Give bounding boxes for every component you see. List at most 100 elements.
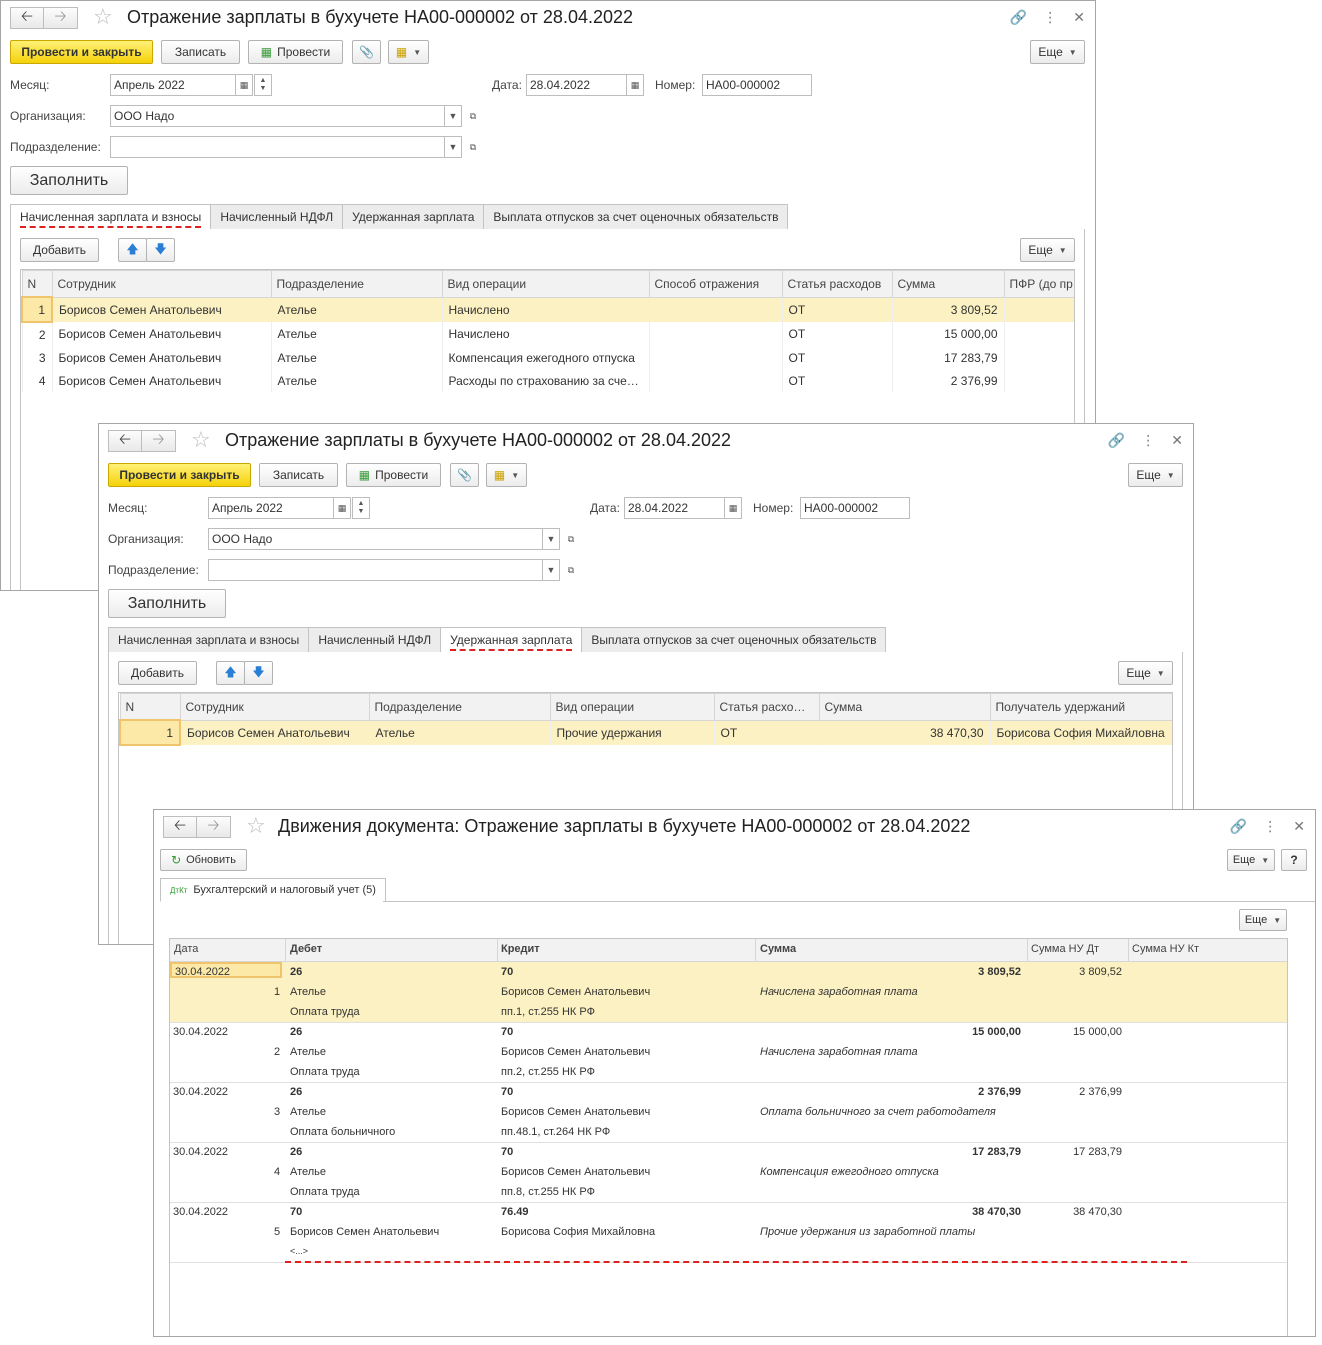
- add-button[interactable]: Добавить: [20, 238, 99, 262]
- forward-arrow-icon[interactable]: 🡢: [44, 7, 78, 29]
- tab-vacation-payments[interactable]: Выплата отпусков за счет оценочных обяза…: [581, 627, 887, 653]
- col-n[interactable]: N: [119, 693, 181, 721]
- month-field[interactable]: Апрель 2022: [208, 497, 334, 519]
- post-and-close-button[interactable]: Провести и закрыть: [10, 40, 153, 64]
- post-button[interactable]: ▦ Провести: [248, 40, 343, 64]
- tab-accrued-ndfl[interactable]: Начисленный НДФЛ: [210, 204, 344, 230]
- month-stepper[interactable]: ▲ ▼: [352, 497, 370, 519]
- tab-accounting-tax[interactable]: ДтКт Бухгалтерский и налоговый учет (5): [160, 878, 386, 902]
- tab-withheld-salary[interactable]: Удержанная зарплата: [342, 204, 485, 230]
- table-row[interactable]: 30.04.2022 2 26 Ателье Оплата труда 70 Б…: [170, 1022, 1287, 1083]
- col-pfr[interactable]: ПФР (до пр: [1003, 270, 1074, 298]
- more-button[interactable]: Еще ▼: [1030, 40, 1085, 64]
- favorite-star-icon[interactable]: ☆: [93, 5, 113, 29]
- month-field[interactable]: Апрель 2022: [110, 74, 236, 96]
- link-icon[interactable]: 🔗: [1108, 432, 1125, 449]
- date-field[interactable]: 28.04.2022: [526, 74, 627, 96]
- col-nu-kt[interactable]: Сумма НУ Кт: [1132, 943, 1199, 955]
- chevron-down-icon[interactable]: ▼: [444, 136, 462, 158]
- col-sum[interactable]: Сумма: [891, 270, 1005, 298]
- col-department[interactable]: Подразделение: [270, 270, 443, 298]
- col-debit[interactable]: Дебет: [290, 943, 322, 955]
- table-more-button[interactable]: Еще ▼: [1118, 661, 1173, 685]
- col-operation[interactable]: Вид операции: [549, 693, 715, 721]
- col-sum[interactable]: Сумма: [760, 943, 796, 955]
- kebab-menu-icon[interactable]: ⋮: [1043, 9, 1057, 26]
- close-icon[interactable]: ✕: [1171, 432, 1183, 449]
- table-row[interactable]: 4 Борисов Семен Анатольевич Ателье Расхо…: [21, 369, 1074, 392]
- post-button[interactable]: ▦ Провести: [346, 463, 441, 487]
- department-field[interactable]: [208, 559, 543, 581]
- col-employee[interactable]: Сотрудник: [51, 270, 272, 298]
- kebab-menu-icon[interactable]: ⋮: [1141, 432, 1155, 449]
- attach-button[interactable]: 📎: [352, 40, 381, 64]
- calendar-icon[interactable]: ▦: [724, 497, 742, 519]
- forward-arrow-icon[interactable]: 🡢: [142, 430, 176, 452]
- col-article[interactable]: Статья расхо…: [713, 693, 820, 721]
- col-sum[interactable]: Сумма: [818, 693, 991, 721]
- chevron-down-icon[interactable]: ▼: [542, 559, 560, 581]
- department-field[interactable]: [110, 136, 445, 158]
- number-field[interactable]: НА00-000002: [702, 74, 812, 96]
- forward-arrow-icon[interactable]: 🡢: [197, 816, 231, 838]
- table-more-button[interactable]: Еще ▼: [1239, 909, 1287, 931]
- open-icon[interactable]: ⧉: [562, 528, 580, 550]
- chevron-down-icon[interactable]: ▼: [542, 528, 560, 550]
- create-based-on-button[interactable]: ▦ ▼: [486, 463, 527, 487]
- date-field[interactable]: 28.04.2022: [624, 497, 725, 519]
- link-icon[interactable]: 🔗: [1230, 818, 1247, 835]
- refresh-button[interactable]: ↻ Обновить: [160, 849, 247, 871]
- table-row[interactable]: 30.04.2022 1 26 Ателье Оплата труда 70 Б…: [170, 962, 1287, 1023]
- favorite-star-icon[interactable]: ☆: [246, 814, 266, 838]
- col-credit[interactable]: Кредит: [501, 943, 540, 955]
- tab-withheld-salary[interactable]: Удержанная зарплата: [440, 627, 583, 653]
- table-row[interactable]: 1 Борисов Семен Анатольевич Ателье Начис…: [21, 296, 1074, 323]
- calendar-icon[interactable]: ▦: [626, 74, 644, 96]
- open-icon[interactable]: ⧉: [464, 105, 482, 127]
- col-date[interactable]: Дата: [174, 943, 198, 955]
- save-button[interactable]: Записать: [259, 463, 338, 487]
- move-up-button[interactable]: 🡅: [216, 661, 245, 685]
- calendar-icon[interactable]: ▦: [333, 497, 351, 519]
- more-button[interactable]: Еще ▼: [1227, 849, 1275, 871]
- table-row[interactable]: 1 Борисов Семен Анатольевич Ателье Прочи…: [119, 719, 1172, 746]
- col-n[interactable]: N: [21, 270, 53, 298]
- open-icon[interactable]: ⧉: [464, 136, 482, 158]
- col-recipient[interactable]: Получатель удержаний: [989, 693, 1172, 721]
- fill-button[interactable]: Заполнить: [108, 589, 226, 618]
- post-and-close-button[interactable]: Провести и закрыть: [108, 463, 251, 487]
- tab-vacation-payments[interactable]: Выплата отпусков за счет оценочных обяза…: [483, 204, 789, 230]
- kebab-menu-icon[interactable]: ⋮: [1263, 818, 1277, 835]
- organization-field[interactable]: ООО Надо: [208, 528, 543, 550]
- move-down-button[interactable]: 🡇: [244, 661, 273, 685]
- col-method[interactable]: Способ отражения: [648, 270, 783, 298]
- move-down-button[interactable]: 🡇: [146, 238, 175, 262]
- table-row[interactable]: 30.04.2022 5 70 Борисов Семен Анатольеви…: [170, 1202, 1287, 1263]
- number-field[interactable]: НА00-000002: [800, 497, 910, 519]
- table-row[interactable]: 3 Борисов Семен Анатольевич Ателье Компе…: [21, 346, 1074, 369]
- organization-field[interactable]: ООО Надо: [110, 105, 445, 127]
- tab-accrued-salary[interactable]: Начисленная зарплата и взносы: [10, 204, 212, 230]
- create-based-on-button[interactable]: ▦ ▼: [388, 40, 429, 64]
- col-article[interactable]: Статья расходов: [781, 270, 893, 298]
- tab-accrued-ndfl[interactable]: Начисленный НДФЛ: [308, 627, 442, 653]
- col-employee[interactable]: Сотрудник: [179, 693, 370, 721]
- table-more-button[interactable]: Еще ▼: [1020, 238, 1075, 262]
- col-nu-dt[interactable]: Сумма НУ Дт: [1031, 943, 1099, 955]
- close-icon[interactable]: ✕: [1293, 818, 1305, 835]
- back-arrow-icon[interactable]: 🡠: [108, 430, 142, 452]
- col-department[interactable]: Подразделение: [368, 693, 551, 721]
- col-operation[interactable]: Вид операции: [441, 270, 650, 298]
- table-row[interactable]: 30.04.2022 4 26 Ателье Оплата труда 70 Б…: [170, 1142, 1287, 1203]
- tab-accrued-salary[interactable]: Начисленная зарплата и взносы: [108, 627, 310, 653]
- back-arrow-icon[interactable]: 🡠: [10, 7, 44, 29]
- table-row[interactable]: 2 Борисов Семен Анатольевич Ателье Начис…: [21, 322, 1074, 346]
- calendar-icon[interactable]: ▦: [235, 74, 253, 96]
- fill-button[interactable]: Заполнить: [10, 166, 128, 195]
- add-button[interactable]: Добавить: [118, 661, 197, 685]
- more-button[interactable]: Еще ▼: [1128, 463, 1183, 487]
- attach-button[interactable]: 📎: [450, 463, 479, 487]
- close-icon[interactable]: ✕: [1073, 9, 1085, 26]
- save-button[interactable]: Записать: [161, 40, 240, 64]
- help-button[interactable]: ?: [1281, 849, 1307, 871]
